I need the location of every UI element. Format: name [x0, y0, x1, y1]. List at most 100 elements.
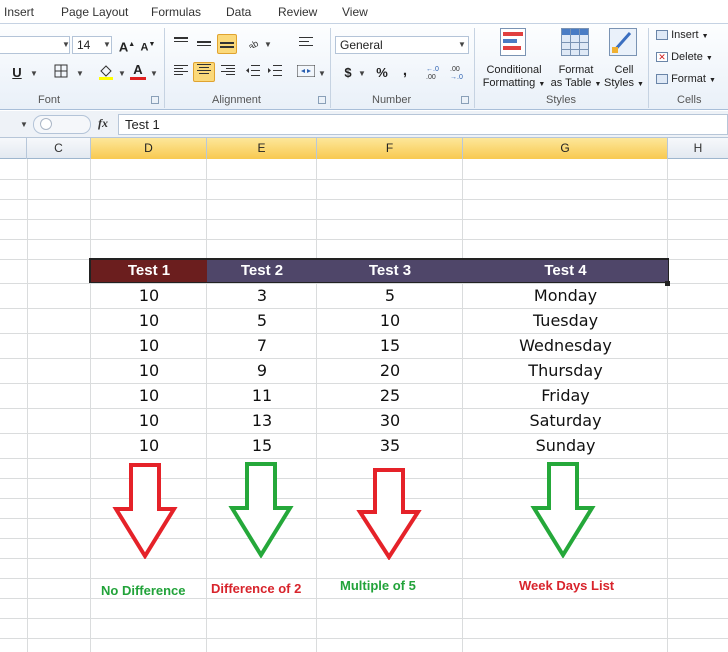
tab-data[interactable]: Data — [226, 5, 251, 19]
column-header-f[interactable]: F — [317, 138, 463, 159]
align-right-button[interactable] — [219, 64, 237, 82]
font-color-button[interactable]: A — [130, 62, 146, 80]
table-cell[interactable]: Monday — [463, 284, 668, 308]
alignment-dialog-launcher[interactable] — [318, 96, 326, 104]
table-cell[interactable]: 10 — [91, 409, 207, 433]
red-down-arrow — [356, 468, 422, 560]
table-cell[interactable]: 5 — [317, 284, 463, 308]
number-format-select[interactable]: General — [335, 36, 469, 54]
align-middle-button[interactable] — [195, 36, 213, 54]
align-top-button[interactable] — [172, 36, 190, 54]
table-header-cell[interactable]: Test 2 — [207, 260, 317, 282]
wrap-text-button[interactable] — [298, 36, 316, 55]
percent-button[interactable]: % — [374, 64, 390, 82]
name-box-dropdown-icon[interactable]: ▼ — [20, 120, 28, 129]
align-center-button[interactable] — [193, 62, 215, 82]
insert-cells-button[interactable]: Insert ▼ — [656, 29, 709, 41]
worksheet-grid[interactable]: Test 1 Test 2 Test 3 Test 4 10 3 5 Monday 10… — [0, 159, 728, 652]
align-left-button[interactable] — [172, 64, 190, 82]
orientation-dropdown-icon[interactable]: ▼ — [264, 40, 272, 49]
conditional-formatting-icon — [500, 28, 526, 56]
underline-button[interactable]: U — [8, 64, 26, 82]
table-header-cell[interactable]: Test 3 — [317, 260, 463, 282]
table-cell[interactable]: Wednesday — [463, 334, 668, 358]
format-cells-button[interactable]: Format ▼ — [656, 73, 716, 85]
fill-color-dropdown-icon[interactable]: ▼ — [118, 69, 126, 78]
decrease-decimal-icon: .00→.0 — [450, 66, 463, 81]
table-cell[interactable]: 10 — [91, 384, 207, 408]
number-format-dropdown-icon[interactable]: ▼ — [458, 40, 466, 49]
increase-indent-button[interactable] — [266, 64, 284, 82]
delete-cells-button[interactable]: ✕ Delete ▼ — [656, 51, 713, 63]
formula-input[interactable]: Test 1 — [118, 114, 728, 135]
comma-button[interactable]: , — [398, 62, 412, 80]
decrease-indent-button[interactable] — [244, 64, 262, 82]
orientation-button[interactable]: ab — [246, 36, 266, 54]
table-cell[interactable]: Friday — [463, 384, 668, 408]
column-header-b[interactable] — [0, 138, 27, 159]
table-cell[interactable]: 5 — [207, 309, 317, 333]
font-dialog-launcher[interactable] — [151, 96, 159, 104]
table-cell[interactable]: 35 — [317, 434, 463, 458]
divider — [330, 28, 331, 108]
table-cell[interactable]: 11 — [207, 384, 317, 408]
shrink-font-button[interactable]: A▼ — [140, 36, 156, 57]
currency-button[interactable]: $ — [340, 64, 356, 82]
format-as-table-button[interactable]: Format as Table ▼ — [549, 64, 603, 91]
font-name-input[interactable] — [0, 36, 70, 54]
table-cell[interactable]: 10 — [91, 434, 207, 458]
table-cell[interactable]: 20 — [317, 359, 463, 383]
borders-dropdown-icon[interactable]: ▼ — [76, 69, 84, 78]
column-header-h[interactable]: H — [668, 138, 728, 159]
table-cell[interactable]: Saturday — [463, 409, 668, 433]
merge-dropdown-icon[interactable]: ▼ — [318, 69, 326, 78]
table-cell[interactable]: 10 — [91, 309, 207, 333]
tab-page-layout[interactable]: Page Layout — [61, 5, 128, 19]
insert-function-icon[interactable]: fx — [98, 116, 108, 131]
table-cell[interactable]: 7 — [207, 334, 317, 358]
font-name-dropdown-icon[interactable]: ▼ — [62, 40, 70, 49]
tab-insert[interactable]: Insert — [4, 5, 34, 19]
grow-font-button[interactable]: A▲ — [118, 36, 136, 56]
merge-center-button[interactable] — [296, 64, 316, 82]
number-dialog-launcher[interactable] — [461, 96, 469, 104]
table-header-cell[interactable]: Test 1 — [91, 260, 207, 282]
table-cell[interactable]: 3 — [207, 284, 317, 308]
tab-review[interactable]: Review — [278, 5, 317, 19]
borders-button[interactable] — [52, 64, 70, 83]
fill-color-button[interactable] — [96, 62, 116, 85]
font-color-dropdown-icon[interactable]: ▼ — [150, 69, 158, 78]
tab-formulas[interactable]: Formulas — [151, 5, 201, 19]
table-cell[interactable]: Thursday — [463, 359, 668, 383]
table-cell[interactable]: 9 — [207, 359, 317, 383]
cell-styles-button[interactable]: Cell Styles ▼ — [602, 64, 646, 91]
table-cell[interactable]: 25 — [317, 384, 463, 408]
font-size-dropdown-icon[interactable]: ▼ — [103, 40, 111, 49]
decrease-decimal-button[interactable]: .00 →.0 — [450, 64, 470, 82]
underline-dropdown-icon[interactable]: ▼ — [30, 69, 38, 78]
column-header-d[interactable]: D — [91, 138, 207, 159]
table-cell[interactable]: 13 — [207, 409, 317, 433]
table-cell[interactable]: 30 — [317, 409, 463, 433]
table-cell[interactable]: 15 — [207, 434, 317, 458]
formula-value: Test 1 — [125, 117, 160, 132]
column-header-g[interactable]: G — [463, 138, 668, 159]
conditional-formatting-button[interactable]: Conditional Formatting ▼ — [480, 64, 548, 91]
font-group-label: Font — [38, 94, 61, 106]
merge-center-icon — [296, 64, 316, 78]
column-header-e[interactable]: E — [207, 138, 317, 159]
align-bottom-button[interactable] — [217, 34, 237, 54]
table-cell[interactable]: 10 — [91, 284, 207, 308]
green-down-arrow — [228, 462, 294, 558]
currency-dropdown-icon[interactable]: ▼ — [358, 69, 366, 78]
tab-view[interactable]: View — [342, 5, 368, 19]
table-cell[interactable]: 15 — [317, 334, 463, 358]
column-header-c[interactable]: C — [27, 138, 91, 159]
table-header-cell[interactable]: Test 4 — [463, 260, 668, 282]
table-cell[interactable]: 10 — [317, 309, 463, 333]
table-cell[interactable]: Sunday — [463, 434, 668, 458]
table-cell[interactable]: 10 — [91, 359, 207, 383]
increase-decimal-button[interactable]: ←.0.00 — [426, 64, 446, 82]
table-cell[interactable]: Tuesday — [463, 309, 668, 333]
table-cell[interactable]: 10 — [91, 334, 207, 358]
